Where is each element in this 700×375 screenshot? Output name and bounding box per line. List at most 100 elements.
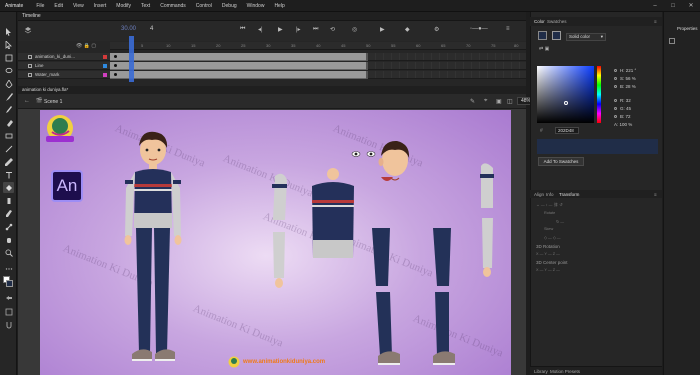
menu-file[interactable]: File [31,3,49,9]
layer-row[interactable]: Water_mark [18,71,110,79]
keyframe[interactable] [114,73,117,76]
step-forward-icon[interactable]: |▸ [296,26,301,33]
rectangle-tool-icon[interactable] [3,130,14,141]
bone-tool-icon[interactable] [3,221,14,232]
rotate-label[interactable]: Rotate [544,211,555,215]
layer-frames[interactable] [110,53,368,61]
tab-color[interactable]: Color [534,19,545,24]
stage-canvas[interactable]: Animation Ki Duniya Animation Ki Duniya … [40,110,511,375]
timeline-menu-icon[interactable]: ≡ [506,26,510,32]
center-3d-fields[interactable]: X — Y — Z — [536,268,560,272]
blue-value[interactable]: B: 72 [614,114,631,119]
keyframe[interactable] [114,64,117,67]
step-back-icon[interactable]: ◂| [258,26,263,33]
center-stage-icon[interactable]: ⌖ [484,98,487,105]
add-to-swatches-button[interactable]: Add To Swatches [538,157,584,166]
character-part-torso[interactable] [308,168,358,268]
pencil-tool-icon[interactable] [3,156,14,167]
back-arrow-icon[interactable]: ← [24,98,30,104]
tab-transform[interactable]: Transform [559,192,579,197]
insert-keyframe-icon[interactable]: ◆ [405,26,410,33]
skew-label[interactable]: Skew [544,227,553,231]
character-part-left-leg[interactable] [368,228,408,368]
fill-type-select[interactable]: Solid color ▾ [566,33,606,41]
clip-stage-icon[interactable]: ▣ [496,98,502,105]
last-frame-icon[interactable]: ⏭ [313,26,318,33]
color-picker-field[interactable] [537,66,594,123]
menu-help[interactable]: Help [269,3,289,9]
play-icon[interactable]: ▶ [278,26,283,33]
scene-label[interactable]: Scene 1 [44,99,62,105]
menu-debug[interactable]: Debug [217,3,242,9]
swap-icon[interactable]: ⇄ ▣ [539,46,549,52]
edit-symbol-icon[interactable]: ✎ [470,98,475,105]
hex-input[interactable]: 202D48 [555,127,579,134]
layers-icon[interactable] [24,26,32,34]
playhead[interactable] [129,36,134,82]
fps-readout[interactable]: 30.00 [121,26,136,32]
menu-edit[interactable]: Edit [49,3,68,9]
swap-colors-icon[interactable] [3,293,14,304]
menu-insert[interactable]: Insert [89,3,112,9]
hand-tool-icon[interactable] [3,234,14,245]
empty-frames[interactable] [368,62,526,70]
empty-frames[interactable] [368,53,526,61]
tab-info[interactable]: Info [546,192,554,197]
rotate-field[interactable]: ↻ — [556,219,564,224]
subselection-tool-icon[interactable] [3,39,14,50]
lasso-tool-icon[interactable] [3,65,14,76]
layer-color-swatch[interactable] [103,55,107,59]
scale-fields[interactable]: ↔ — ↕ — ⛓ ↺ [536,202,563,207]
menu-text[interactable]: Text [136,3,155,9]
layer-header-icons[interactable]: 👁 🔒 ▢ [76,43,96,49]
zoom-tool-icon[interactable] [3,247,14,258]
object-drawing-icon[interactable] [3,306,14,317]
brush-tool-icon[interactable] [3,91,14,102]
empty-frames[interactable] [368,71,526,79]
layer-frames[interactable] [110,71,368,79]
tab-motion-presets[interactable]: Motion Presets [550,369,580,374]
character-part-right-arm[interactable] [475,160,499,280]
fill-color-swatch[interactable] [6,280,13,287]
loop-icon[interactable]: ⟲ [330,26,335,33]
character-part-eyes[interactable] [351,150,377,158]
ink-bottle-icon[interactable] [3,195,14,206]
frame-ruler[interactable]: 5 10 15 20 25 30 35 40 45 50 55 60 65 70… [110,42,526,50]
paint-bucket-icon[interactable] [3,182,14,193]
green-value[interactable]: G: 45 [614,106,631,111]
properties-title[interactable]: Properties [677,26,698,31]
panel-menu-icon[interactable]: ≡ [654,19,657,24]
menu-control[interactable]: Control [191,3,217,9]
first-frame-icon[interactable]: ⏮ [240,26,245,33]
pen-tool-icon[interactable] [3,78,14,89]
keyframe-play-icon[interactable]: ▶ [380,26,385,33]
alpha-slider[interactable] [603,71,607,126]
menu-view[interactable]: View [68,3,89,9]
zoom-slider-icon[interactable]: ◦—●— [470,26,488,32]
saturation-value[interactable]: S: 56 % [614,76,636,81]
line-tool-icon[interactable] [3,143,14,154]
eraser-tool-icon[interactable] [3,117,14,128]
minimize-icon[interactable]: – [650,1,660,11]
close-icon[interactable]: ✕ [686,1,696,11]
text-tool-icon[interactable] [3,169,14,180]
camera-icon[interactable]: ◫ [507,98,513,105]
tab-library[interactable]: Library [534,369,548,374]
menu-modify[interactable]: Modify [111,3,136,9]
layer-color-swatch[interactable] [103,73,107,77]
character-part-right-leg[interactable] [425,228,465,368]
properties-icon[interactable] [669,38,675,44]
color-picker-cursor[interactable] [564,101,568,105]
free-transform-icon[interactable] [3,52,14,63]
document-tab[interactable]: animation ki duniya.fla* [18,86,526,94]
layer-frames[interactable] [110,62,368,70]
layer-name[interactable]: Line [35,63,44,68]
fill-swatch[interactable] [552,31,561,40]
layer-color-swatch[interactable] [103,64,107,68]
snap-icon[interactable] [3,319,14,330]
red-value[interactable]: R: 32 [614,98,631,103]
selection-tool-icon[interactable] [3,26,14,37]
menu-window[interactable]: Window [242,3,270,9]
paint-brush-icon[interactable] [3,104,14,115]
hue-value[interactable]: H: 221 ° [614,68,636,73]
